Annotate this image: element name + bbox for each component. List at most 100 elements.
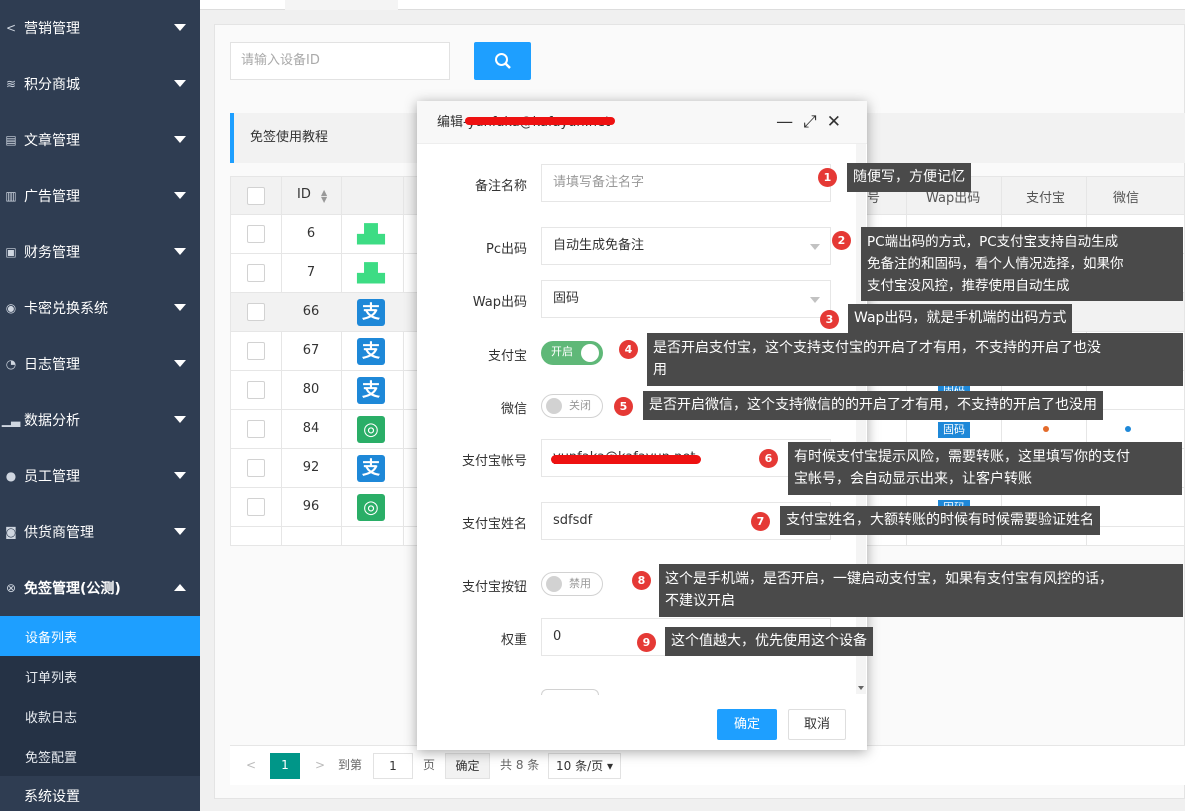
alipay-button-toggle[interactable]: 禁用 [541,572,603,596]
alipay-toggle[interactable]: 开启 [541,341,603,365]
maximize-icon[interactable]: ⤢ [803,112,827,132]
row-id: 67 [302,343,320,358]
chevron-down-icon [174,192,186,199]
goto-page-input[interactable]: 1 [373,753,413,779]
header-wechat: 微信 [1113,191,1140,206]
row-checkbox[interactable] [247,459,265,477]
weight-label: 权重 [500,633,527,648]
nav-system-settings[interactable]: 系统设置 [0,776,200,811]
alipay-account-label: 支付宝帐号 [461,454,527,469]
nav-points-mall[interactable]: ≋ 积分商城 [0,56,200,112]
chevron-down-icon [174,136,186,143]
nav-staff[interactable]: ● 员工管理 [0,448,200,504]
chevron-down-icon [174,80,186,87]
confirm-button[interactable]: 确定 [717,709,777,740]
prev-page-icon[interactable]: < [246,753,256,779]
sidebar-item-order-list[interactable]: 订单列表 [0,656,200,696]
chevron-down-icon [174,248,186,255]
wechat-toggle[interactable]: 关闭 [541,394,603,418]
pc-code-select[interactable]: 自动生成免备注 [541,227,831,265]
sidebar-item-device-list[interactable]: 设备列表 [0,616,200,656]
sidebar-item-payment-log[interactable]: 收款日志 [0,696,200,736]
remark-input[interactable]: 请填写备注名字 [541,164,831,202]
dialog-header: 编辑-yunfaka@kafayun.net —⤢✕ [417,101,867,144]
annotation-callout: 支付宝姓名，大额转账的时候有时候需要验证姓名 [780,506,1100,535]
scroll-down-icon[interactable] [858,686,864,690]
nav-marketing[interactable]: < 营销管理 [0,0,200,56]
row-checkbox[interactable] [247,342,265,360]
redaction-mark [551,455,701,464]
total-count: 共 8 条 [500,758,540,772]
page-1-button[interactable]: 1 [270,753,300,779]
code-badge: 固码 [938,422,970,438]
sidebar-item-mianqian-config[interactable]: 免签配置 [0,736,200,776]
row-id: 92 [302,460,320,475]
nav-suppliers[interactable]: ◙ 供货商管理 [0,504,200,560]
chart-icon: ▁▃ [1,413,21,427]
row-checkbox[interactable] [247,420,265,438]
row-id: 80 [302,382,320,397]
wechat-icon: ◎ [357,416,385,443]
nav-articles[interactable]: ▤ 文章管理 [0,112,200,168]
row-checkbox[interactable] [247,225,265,243]
chevron-down-icon [174,360,186,367]
card-icon: ◉ [5,301,17,315]
next-page-icon[interactable]: > [315,753,325,779]
nav-mianqian[interactable]: ⊗ 免签管理(公测) [0,560,200,616]
row-id: 6 [306,226,316,241]
wap-code-label: Wap出码 [472,295,527,310]
annotation-callout: 是否开启支付宝，这个支持支付宝的开启了才有用，不支持的开启了也没 用 [647,333,1183,386]
cancel-button[interactable]: 取消 [788,709,846,740]
page-size-select[interactable]: 10 条/页 ▾ [548,753,621,779]
annotation-callout: 随便写，方便记忆 [847,163,971,192]
pc-code-label: Pc出码 [486,242,527,257]
annotation-callout: 这个值越大，优先使用这个设备 [665,627,873,656]
alipay-icon: 支 [357,299,385,326]
sort-icon[interactable]: ▲ ▼ [321,189,327,204]
ad-icon: ▥ [5,189,17,203]
row-checkbox[interactable] [247,303,265,321]
row-id: 7 [306,265,316,280]
annotation-number: 9 [637,633,656,652]
nav-analytics[interactable]: ▁▃ 数据分析 [0,392,200,448]
row-checkbox[interactable] [247,264,265,282]
annotation-number: 5 [614,397,633,416]
search-input[interactable]: 请输入设备ID [230,42,450,80]
chevron-down-icon [174,528,186,535]
alipay-label: 支付宝 [487,349,527,364]
annotation-callout: 是否开启微信，这个支持微信的的开启了才有用，不支持的开启了也没用 [643,391,1103,420]
wap-code-select[interactable]: 固码 [541,280,831,318]
row-id: 84 [302,421,320,436]
alipay-icon: 支 [357,377,385,404]
nav-card-exchange[interactable]: ◉ 卡密兑换系统 [0,280,200,336]
goto-confirm-button[interactable]: 确定 [445,753,490,779]
clock-icon: ◔ [5,357,17,371]
minimize-icon[interactable]: — [776,112,803,132]
search-icon [494,53,511,69]
nav-ads[interactable]: ▥ 广告管理 [0,168,200,224]
android-icon: ▟▙ [357,263,385,284]
chevron-up-icon [174,584,186,591]
chevron-down-icon [174,304,186,311]
close-icon[interactable]: ✕ [827,112,851,132]
alipay-button-label: 支付宝按钮 [461,580,527,595]
alipay-icon: 支 [357,338,385,365]
row-id: 66 [302,304,320,319]
android-icon: ▟▙ [357,224,385,245]
wallet-icon: ▣ [5,245,17,259]
annotation-number: 3 [820,310,839,329]
row-checkbox[interactable] [247,498,265,516]
row-checkbox[interactable] [247,381,265,399]
redaction-mark [465,117,615,125]
select-all-checkbox[interactable] [247,187,265,205]
nav-finance[interactable]: ▣ 财务管理 [0,224,200,280]
tab-active[interactable] [285,0,398,10]
coins-icon: ≋ [5,77,17,91]
search-button[interactable] [474,42,531,80]
nav-logs[interactable]: ◔ 日志管理 [0,336,200,392]
annotation-callout: 有时候支付宝提示风险，需要转账，这里填写你的支付 宝帐号，会自动显示出来，让客户… [788,442,1182,495]
chevron-down-icon [810,297,820,303]
chevron-down-icon [810,244,820,250]
annotation-number: 7 [751,512,770,531]
header-id: ID [297,187,311,202]
